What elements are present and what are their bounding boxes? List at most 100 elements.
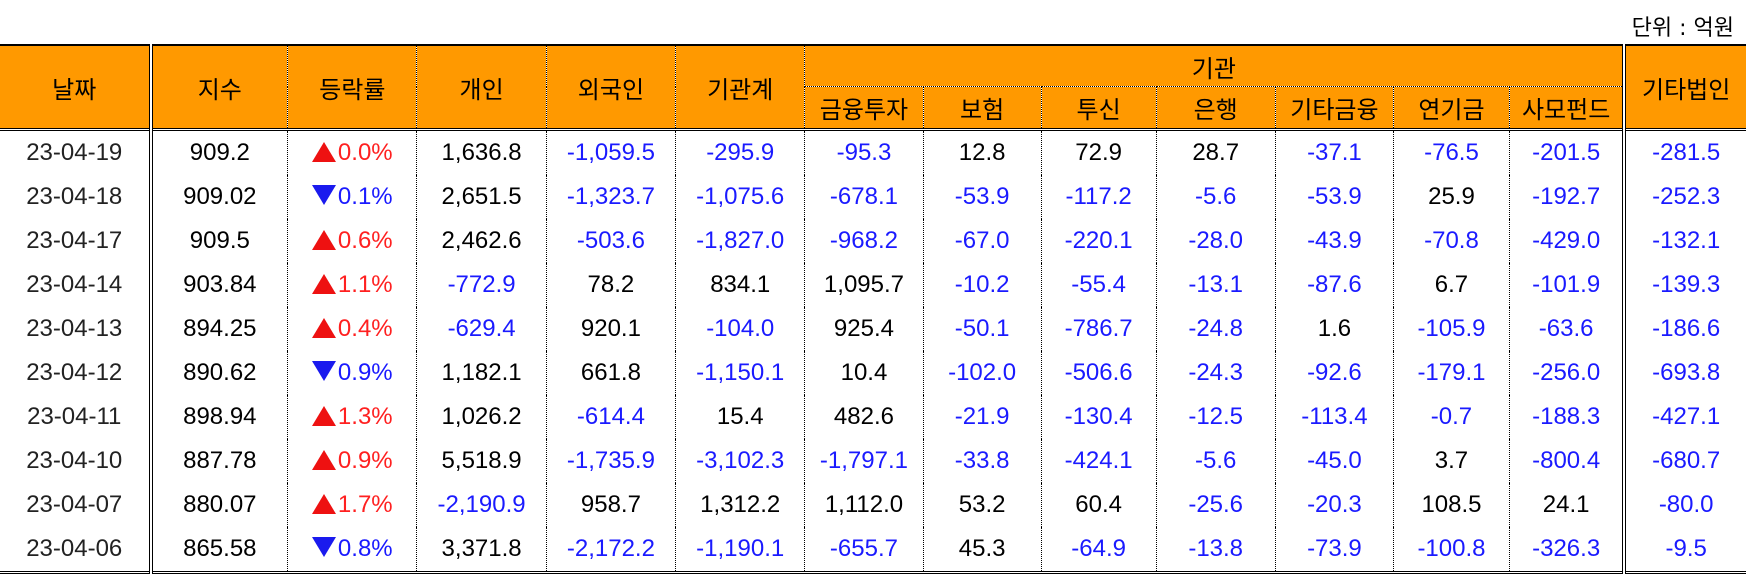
cell-foreign: 920.1 [546,307,677,351]
cell-pension: -0.7 [1393,395,1510,439]
cell-date: 23-04-17 [0,219,153,263]
header-other-finance: 기타금융 [1275,86,1395,131]
cell-individual: 1,182.1 [416,351,547,395]
cell-bank: -5.6 [1156,175,1276,219]
cell-investment-trust: 60.4 [1041,483,1157,527]
cell-change: 1.3% [287,395,418,439]
cell-bank: -25.6 [1156,483,1276,527]
cell-date: 23-04-12 [0,351,153,395]
cell-date: 23-04-11 [0,395,153,439]
header-institution-group: 기관 [804,45,1625,88]
cell-insurance: 12.8 [923,129,1042,175]
cell-other-finance: -20.3 [1275,483,1395,527]
cell-investment-trust: -117.2 [1041,175,1157,219]
cell-pension: -76.5 [1393,129,1510,175]
cell-other-finance: -73.9 [1275,527,1395,573]
change-value: 1.7% [337,491,393,518]
cell-insurance: -50.1 [923,307,1042,351]
cell-financial-investment: 10.4 [804,351,924,395]
cell-date: 23-04-13 [0,307,153,351]
cell-institution-total: -104.0 [675,307,806,351]
cell-foreign: -1,735.9 [546,439,677,483]
cell-other-finance: -43.9 [1275,219,1395,263]
cell-other-corp: -680.7 [1622,439,1746,483]
change-value: 1.1% [337,271,393,298]
cell-date: 23-04-19 [0,129,153,175]
cell-financial-investment: -678.1 [804,175,924,219]
cell-investment-trust: -64.9 [1041,527,1157,573]
investor-flow-table: 날짜 지수 등락률 개인 외국인 기관계 기관 기타법인 금융투자 보험 투신 … [0,44,1746,574]
cell-other-finance: 1.6 [1275,307,1395,351]
triangle-up-icon [311,274,336,294]
cell-pension: 6.7 [1393,263,1510,307]
header-insurance: 보험 [923,86,1042,131]
cell-other-corp: -186.6 [1622,307,1746,351]
cell-pension: -100.8 [1393,527,1510,573]
cell-other-finance: -87.6 [1275,263,1395,307]
cell-investment-trust: -55.4 [1041,263,1157,307]
change-value: 0.9% [337,359,393,386]
cell-other-corp: -132.1 [1622,219,1746,263]
cell-investment-trust: -220.1 [1041,219,1157,263]
cell-bank: -5.6 [1156,439,1276,483]
cell-change: 0.1% [287,175,418,219]
cell-bank: -12.5 [1156,395,1276,439]
triangle-down-icon [311,361,336,381]
header-financial-investment: 금융투자 [804,86,924,131]
cell-other-finance: -53.9 [1275,175,1395,219]
table-row: 23-04-12 890.62 0.9% 1,182.1 661.8 -1,150.1 10… [0,351,1746,395]
cell-financial-investment: 1,112.0 [804,483,924,527]
cell-other-corp: -693.8 [1622,351,1746,395]
cell-individual: 1,026.2 [416,395,547,439]
triangle-down-icon [311,537,336,557]
cell-private-equity: -188.3 [1532,403,1601,430]
table-row: 23-04-17 909.5 0.6% 2,462.6 -503.6 -1,827.0 -9… [0,219,1746,263]
cell-index: 898.94 [150,395,289,439]
table-row: 23-04-11 898.94 1.3% 1,026.2 -614.4 15.4 482.6… [0,395,1746,439]
cell-other-corp: -9.5 [1622,527,1746,573]
cell-other-finance: -92.6 [1275,351,1395,395]
cell-date: 23-04-14 [0,263,153,307]
cell-date: 23-04-07 [0,483,153,527]
table-body: 23-04-19 909.2 0.0% 1,636.8 -1,059.5 -295.9 -9… [0,129,1746,573]
change-value: 0.4% [337,315,393,342]
change-value: 0.9% [337,447,393,474]
cell-change: 0.0% [287,129,418,175]
cell-insurance: -53.9 [923,175,1042,219]
table-row: 23-04-06 865.58 0.8% 3,371.8 -2,172.2 -1,190.… [0,527,1746,573]
cell-insurance: -102.0 [923,351,1042,395]
cell-bank: -24.3 [1156,351,1276,395]
cell-institution-total: 1,312.2 [675,483,806,527]
cell-individual: 2,462.6 [416,219,547,263]
cell-bank: -13.1 [1156,263,1276,307]
cell-investment-trust: -130.4 [1041,395,1157,439]
cell-insurance: 45.3 [923,527,1042,573]
cell-insurance: 53.2 [923,483,1042,527]
cell-index: 909.2 [150,129,289,175]
header-pension: 연기금 [1393,86,1510,131]
cell-other-finance: -113.4 [1275,395,1395,439]
cell-private-equity: -326.3 [1532,535,1601,562]
change-value: 0.8% [337,535,393,562]
cell-other-corp: -139.3 [1622,263,1746,307]
header-change: 등락률 [287,45,418,131]
change-value: 0.0% [337,139,393,166]
cell-foreign: 78.2 [546,263,677,307]
table-row: 23-04-14 903.84 1.1% -772.9 78.2 834.1 1,095.7… [0,263,1746,307]
cell-financial-investment: -1,797.1 [804,439,924,483]
cell-change: 0.8% [287,527,418,573]
cell-institution-total: -1,190.1 [675,527,806,573]
cell-pension: -70.8 [1393,219,1510,263]
cell-financial-investment: 1,095.7 [804,263,924,307]
cell-index: 909.5 [150,219,289,263]
cell-change: 1.1% [287,263,418,307]
header-individual: 개인 [416,45,547,131]
cell-institution-total: -295.9 [675,129,806,175]
cell-foreign: -1,323.7 [546,175,677,219]
cell-insurance: -33.8 [923,439,1042,483]
triangle-up-icon [311,230,336,250]
cell-pension: 108.5 [1393,483,1510,527]
cell-foreign: 661.8 [546,351,677,395]
change-value: 0.6% [337,227,393,254]
header-private-equity: 사모펀드 [1509,86,1625,131]
